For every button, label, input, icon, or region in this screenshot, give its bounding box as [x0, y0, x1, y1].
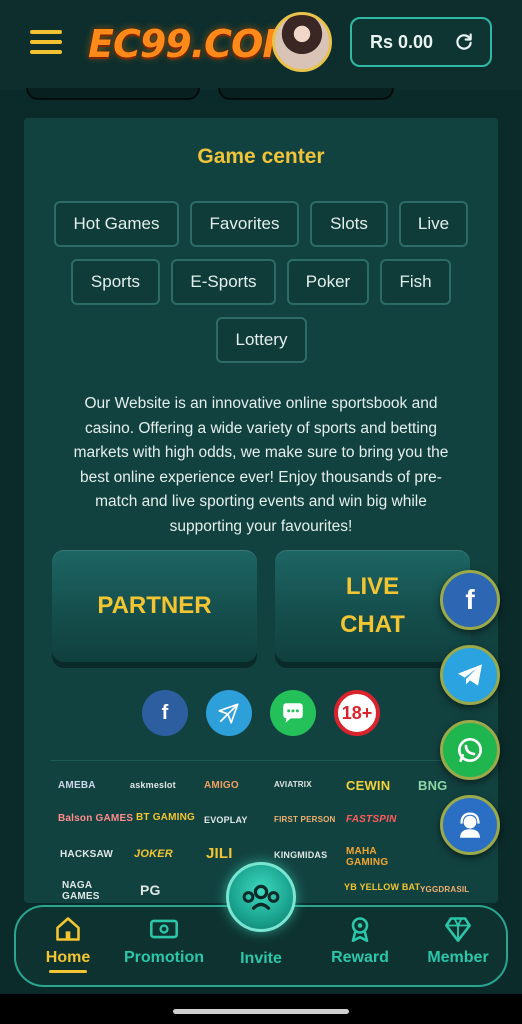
partner-label: PARTNER	[97, 592, 212, 619]
category-favorites[interactable]: Favorites	[190, 201, 299, 247]
nav-home[interactable]: Home	[18, 915, 118, 973]
provider-logo[interactable]: JILI	[206, 845, 233, 862]
customer-support-icon	[460, 812, 480, 838]
messenger-icon[interactable]	[270, 690, 316, 736]
provider-logo[interactable]: YGGDRASIL	[420, 885, 469, 894]
category-sports[interactable]: Sports	[71, 259, 160, 305]
home-icon	[56, 917, 80, 941]
nav-member[interactable]: Member	[408, 915, 508, 967]
medal-icon	[351, 917, 369, 942]
provider-logo[interactable]: KINGMIDAS	[274, 850, 327, 860]
nav-reward[interactable]: Reward	[310, 915, 410, 967]
active-indicator	[49, 970, 87, 973]
chat-bubble-icon	[283, 703, 303, 723]
avatar[interactable]	[272, 12, 332, 72]
previous-section-tab	[26, 88, 200, 100]
divider	[50, 760, 472, 761]
provider-logo[interactable]: YB YELLOW BAT	[344, 882, 420, 892]
provider-logo[interactable]: AVIATRIX	[274, 780, 312, 789]
facebook-icon[interactable]: f	[142, 690, 188, 736]
nav-reward-label: Reward	[331, 949, 389, 966]
facebook-icon: f	[465, 584, 475, 615]
category-lottery[interactable]: Lottery	[216, 317, 307, 363]
float-facebook-button[interactable]: f	[440, 570, 500, 630]
nav-invite-label[interactable]: Invite	[226, 950, 296, 968]
invite-people-icon	[242, 884, 280, 910]
provider-logo[interactable]: BT GAMING	[136, 812, 195, 823]
float-support-button[interactable]	[440, 795, 500, 855]
provider-logo[interactable]: askmeslot	[130, 780, 176, 790]
provider-logo[interactable]: HACKSAW	[60, 849, 113, 860]
home-gesture-handle[interactable]	[173, 1009, 349, 1014]
nav-invite-button[interactable]	[226, 862, 296, 932]
age-restriction-badge: 18+	[334, 690, 380, 736]
balance-amount: Rs 0.00	[370, 31, 434, 52]
category-slots[interactable]: Slots	[310, 201, 388, 247]
provider-logo[interactable]: Balson GAMES	[58, 813, 133, 824]
live-chat-label-line2: CHAT	[340, 611, 405, 638]
paper-plane-icon	[218, 703, 239, 724]
provider-logo[interactable]: CEWIN	[346, 778, 390, 793]
float-whatsapp-button[interactable]	[440, 720, 500, 780]
menu-icon[interactable]	[30, 30, 62, 54]
nav-home-label: Home	[45, 949, 91, 966]
diamond-icon	[445, 917, 471, 942]
game-center-title: Game center	[197, 145, 325, 168]
category-e-sports[interactable]: E-Sports	[171, 259, 276, 305]
telegram-icon[interactable]	[206, 690, 252, 736]
previous-section-tab	[218, 88, 394, 100]
top-header: EC99.COM Rs 0.00	[0, 0, 522, 90]
provider-logo[interactable]: EVOPLAY	[204, 815, 248, 825]
provider-logo[interactable]: AMIGO	[204, 780, 239, 791]
provider-logo[interactable]: FIRST PERSON	[274, 815, 336, 824]
nav-member-label: Member	[427, 949, 489, 966]
whatsapp-icon	[458, 738, 482, 762]
provider-logo[interactable]: AMEBA	[58, 780, 96, 791]
provider-logo[interactable]: FASTSPIN	[346, 814, 397, 825]
category-fish[interactable]: Fish	[380, 259, 451, 305]
balance-box[interactable]: Rs 0.00	[350, 17, 492, 67]
facebook-glyph: f	[161, 701, 169, 724]
provider-logo[interactable]: NAGA GAMES	[62, 880, 104, 902]
refresh-icon[interactable]	[454, 32, 474, 52]
float-telegram-button[interactable]	[440, 645, 500, 705]
nav-promotion-label: Promotion	[124, 949, 204, 966]
category-live[interactable]: Live	[399, 201, 468, 247]
site-logo[interactable]: EC99.COM	[88, 22, 300, 66]
site-description: Our Website is an innovative online spor…	[73, 395, 449, 535]
partner-button[interactable]: PARTNER	[52, 550, 257, 662]
live-chat-label-line1: LIVE	[345, 573, 400, 600]
provider-logo[interactable]: JOKER	[134, 848, 173, 860]
nav-promotion[interactable]: Promotion	[114, 915, 214, 967]
provider-logo[interactable]: MAHA GAMING	[346, 846, 392, 868]
telegram-icon	[458, 664, 482, 686]
ticket-icon	[150, 919, 178, 939]
category-hot-games[interactable]: Hot Games	[54, 201, 179, 247]
category-poker[interactable]: Poker	[287, 259, 369, 305]
provider-logo[interactable]: PG	[140, 882, 161, 898]
provider-logo[interactable]: BNG	[418, 778, 448, 793]
age-badge-text: 18+	[341, 702, 373, 723]
